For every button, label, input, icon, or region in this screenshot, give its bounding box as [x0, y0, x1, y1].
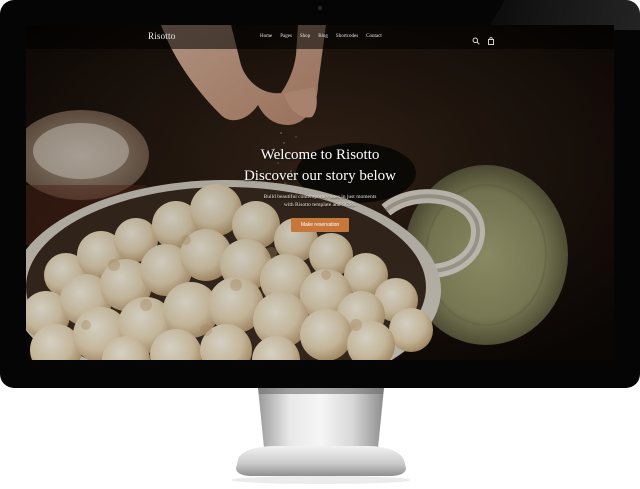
search-icon[interactable] [472, 32, 480, 45]
hero-title-line2: Discover our story below [243, 168, 397, 184]
website-screen: Risotto Home Pages Shop Blog Shortcodes … [26, 25, 614, 360]
site-logo[interactable]: Risotto [148, 31, 175, 41]
hero-subtitle-line1: Build beautiful contemporary sites in ju… [263, 194, 377, 200]
nav-item-shop[interactable]: Shop [300, 34, 310, 39]
hero-subtitle: Build beautiful contemporary sites in ju… [26, 193, 614, 209]
nav-icons [472, 32, 495, 45]
hero-subtitle-line2: with Risotto template and SCSS. [283, 202, 357, 208]
nav-item-blog[interactable]: Blog [318, 34, 328, 39]
webcam [318, 6, 322, 10]
main-nav: Home Pages Shop Blog Shortcodes Contact [260, 34, 382, 39]
monitor-bezel: Risotto Home Pages Shop Blog Shortcodes … [0, 0, 640, 388]
nav-item-home[interactable]: Home [260, 34, 272, 39]
site-navbar: Risotto Home Pages Shop Blog Shortcodes … [26, 25, 614, 49]
nav-item-pages[interactable]: Pages [280, 34, 292, 39]
bag-icon[interactable] [487, 32, 495, 45]
hero-content: Welcome to Risotto Discover our story be… [26, 145, 614, 232]
nav-item-shortcodes[interactable]: Shortcodes [336, 34, 358, 39]
monitor-stand [231, 388, 411, 484]
make-reservation-button[interactable]: Make reservation [290, 218, 350, 232]
hero-title-line1: Welcome to Risotto [260, 147, 380, 163]
nav-item-contact[interactable]: Contact [366, 34, 382, 39]
hero-title: Welcome to Risotto Discover our story be… [26, 145, 614, 187]
